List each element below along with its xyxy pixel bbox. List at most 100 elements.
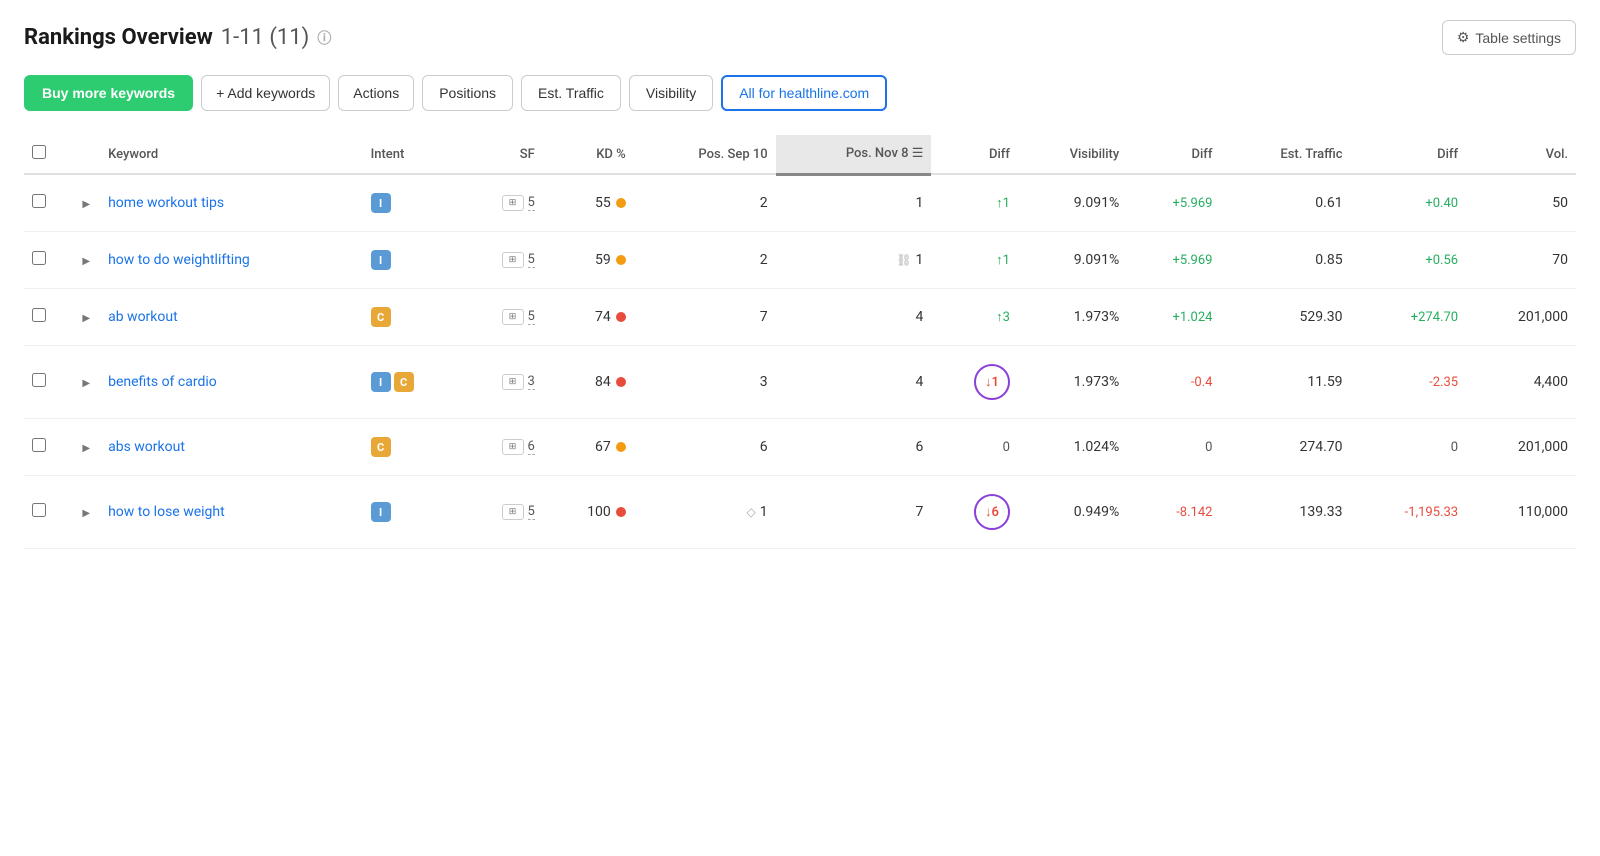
keyword-link[interactable]: how to lose weight <box>108 504 225 520</box>
intent-badge: I <box>371 250 391 270</box>
diff3-value: -1,195.33 <box>1405 505 1458 520</box>
row-expand-cell: ▶ <box>54 232 100 289</box>
intent-badge: C <box>394 372 414 392</box>
all-for-tab[interactable]: All for healthline.com <box>721 75 887 111</box>
pos-sep10-value: 7 <box>760 309 768 325</box>
row-intent: C <box>363 289 461 346</box>
pos-nov8-value: 6 <box>916 439 924 455</box>
kd-value: 59 <box>595 252 611 268</box>
expand-button[interactable]: ▶ <box>80 376 92 391</box>
kd-difficulty-dot <box>616 377 626 387</box>
col-sf: SF <box>461 135 543 174</box>
row-visibility: 9.091% <box>1018 174 1127 232</box>
row-visibility: 0.949% <box>1018 476 1127 549</box>
diff3-value: -2.35 <box>1429 375 1458 390</box>
row-diff3: -2.35 <box>1351 346 1467 419</box>
row-pos-sep10: 2 <box>634 232 776 289</box>
keyword-link[interactable]: home workout tips <box>108 195 224 211</box>
circled-diff: ↓1 <box>974 364 1010 400</box>
add-keywords-button[interactable]: + Add keywords <box>201 75 330 111</box>
diff3-value: 0 <box>1451 440 1458 455</box>
row-checkbox-cell <box>24 419 54 476</box>
row-checkbox[interactable] <box>32 194 46 208</box>
row-sf: ⊞3 <box>461 346 543 419</box>
keyword-link[interactable]: benefits of cardio <box>108 374 217 390</box>
expand-button[interactable]: ▶ <box>80 311 92 326</box>
diff1-value: ↑1 <box>996 196 1010 211</box>
row-expand-cell: ▶ <box>54 419 100 476</box>
buy-keywords-button[interactable]: Buy more keywords <box>24 75 193 111</box>
sf-number[interactable]: 3 <box>528 374 535 390</box>
sf-icon: ⊞ <box>502 309 524 325</box>
sf-number[interactable]: 5 <box>528 252 535 268</box>
row-visibility: 1.024% <box>1018 419 1127 476</box>
sf-number[interactable]: 5 <box>528 504 535 520</box>
row-checkbox[interactable] <box>32 438 46 452</box>
row-est-traffic: 274.70 <box>1220 419 1350 476</box>
row-kd: 100 <box>543 476 634 549</box>
col-intent: Intent <box>363 135 461 174</box>
positions-tab[interactable]: Positions <box>422 75 513 111</box>
pos-nov8-value: 7 <box>916 504 924 520</box>
pos-sep10-value: 6 <box>760 439 768 455</box>
pos-nov8-value: 4 <box>916 374 924 390</box>
pos-sep10-value: 2 <box>760 252 768 268</box>
row-sf: ⊞5 <box>461 476 543 549</box>
row-pos-nov8: ⛓1 <box>776 232 932 289</box>
pos-nov8-value: 4 <box>916 309 924 325</box>
col-pos-nov8[interactable]: Pos. Nov 8 ☰ <box>776 135 932 174</box>
row-checkbox[interactable] <box>32 503 46 517</box>
diff2-value: +1.024 <box>1172 310 1212 325</box>
select-all-checkbox[interactable] <box>32 145 46 159</box>
expand-button[interactable]: ▶ <box>80 254 92 269</box>
row-kd: 74 <box>543 289 634 346</box>
keyword-link[interactable]: how to do weightlifting <box>108 252 250 268</box>
kd-value: 100 <box>587 504 611 520</box>
row-keyword: ab workout <box>100 289 362 346</box>
page-title: Rankings Overview <box>24 25 213 50</box>
expand-button[interactable]: ▶ <box>80 506 92 521</box>
kd-value: 74 <box>595 309 611 325</box>
row-est-traffic: 11.59 <box>1220 346 1350 419</box>
keyword-link[interactable]: ab workout <box>108 309 178 325</box>
row-pos-sep10: 2 <box>634 174 776 232</box>
row-checkbox-cell <box>24 232 54 289</box>
diff2-value: -0.4 <box>1191 375 1213 390</box>
diff1-value: ↑3 <box>996 310 1010 325</box>
header-select-all[interactable] <box>24 135 54 174</box>
kd-difficulty-dot <box>616 255 626 265</box>
row-visibility: 1.973% <box>1018 346 1127 419</box>
row-checkbox[interactable] <box>32 373 46 387</box>
row-keyword: abs workout <box>100 419 362 476</box>
diff1-value: ↑1 <box>996 253 1010 268</box>
pos-sep10-value: 2 <box>760 195 768 211</box>
keyword-link[interactable]: abs workout <box>108 439 185 455</box>
intent-badge: C <box>371 437 391 457</box>
rankings-table: Keyword Intent SF KD % Pos. Sep 10 Pos. … <box>24 135 1576 549</box>
diff2-value: 0 <box>1205 440 1212 455</box>
sf-number[interactable]: 6 <box>528 439 535 455</box>
diff1-value: 0 <box>1003 440 1010 455</box>
actions-button[interactable]: Actions <box>338 75 414 111</box>
row-sf: ⊞5 <box>461 174 543 232</box>
sf-number[interactable]: 5 <box>528 309 535 325</box>
table-settings-button[interactable]: ⚙ Table settings <box>1442 20 1576 55</box>
toolbar: Buy more keywords + Add keywords Actions… <box>24 75 1576 111</box>
pos-nov8-value: 1 <box>916 252 924 268</box>
visibility-tab[interactable]: Visibility <box>629 75 713 111</box>
row-diff1: 0 <box>931 419 1018 476</box>
expand-button[interactable]: ▶ <box>80 197 92 212</box>
table-row: ▶how to lose weightI⊞5100◇17↓60.949%-8.1… <box>24 476 1576 549</box>
diff2-value: -8.142 <box>1176 505 1212 520</box>
kd-value: 55 <box>595 195 611 211</box>
est-traffic-tab[interactable]: Est. Traffic <box>521 75 621 111</box>
table-row: ▶home workout tipsI⊞55521↑19.091%+5.9690… <box>24 174 1576 232</box>
row-est-traffic: 0.85 <box>1220 232 1350 289</box>
row-expand-cell: ▶ <box>54 476 100 549</box>
sf-number[interactable]: 5 <box>528 195 535 211</box>
expand-button[interactable]: ▶ <box>80 441 92 456</box>
row-vol: 70 <box>1466 232 1576 289</box>
info-icon[interactable]: ⓘ <box>317 28 331 48</box>
row-checkbox[interactable] <box>32 308 46 322</box>
row-checkbox[interactable] <box>32 251 46 265</box>
